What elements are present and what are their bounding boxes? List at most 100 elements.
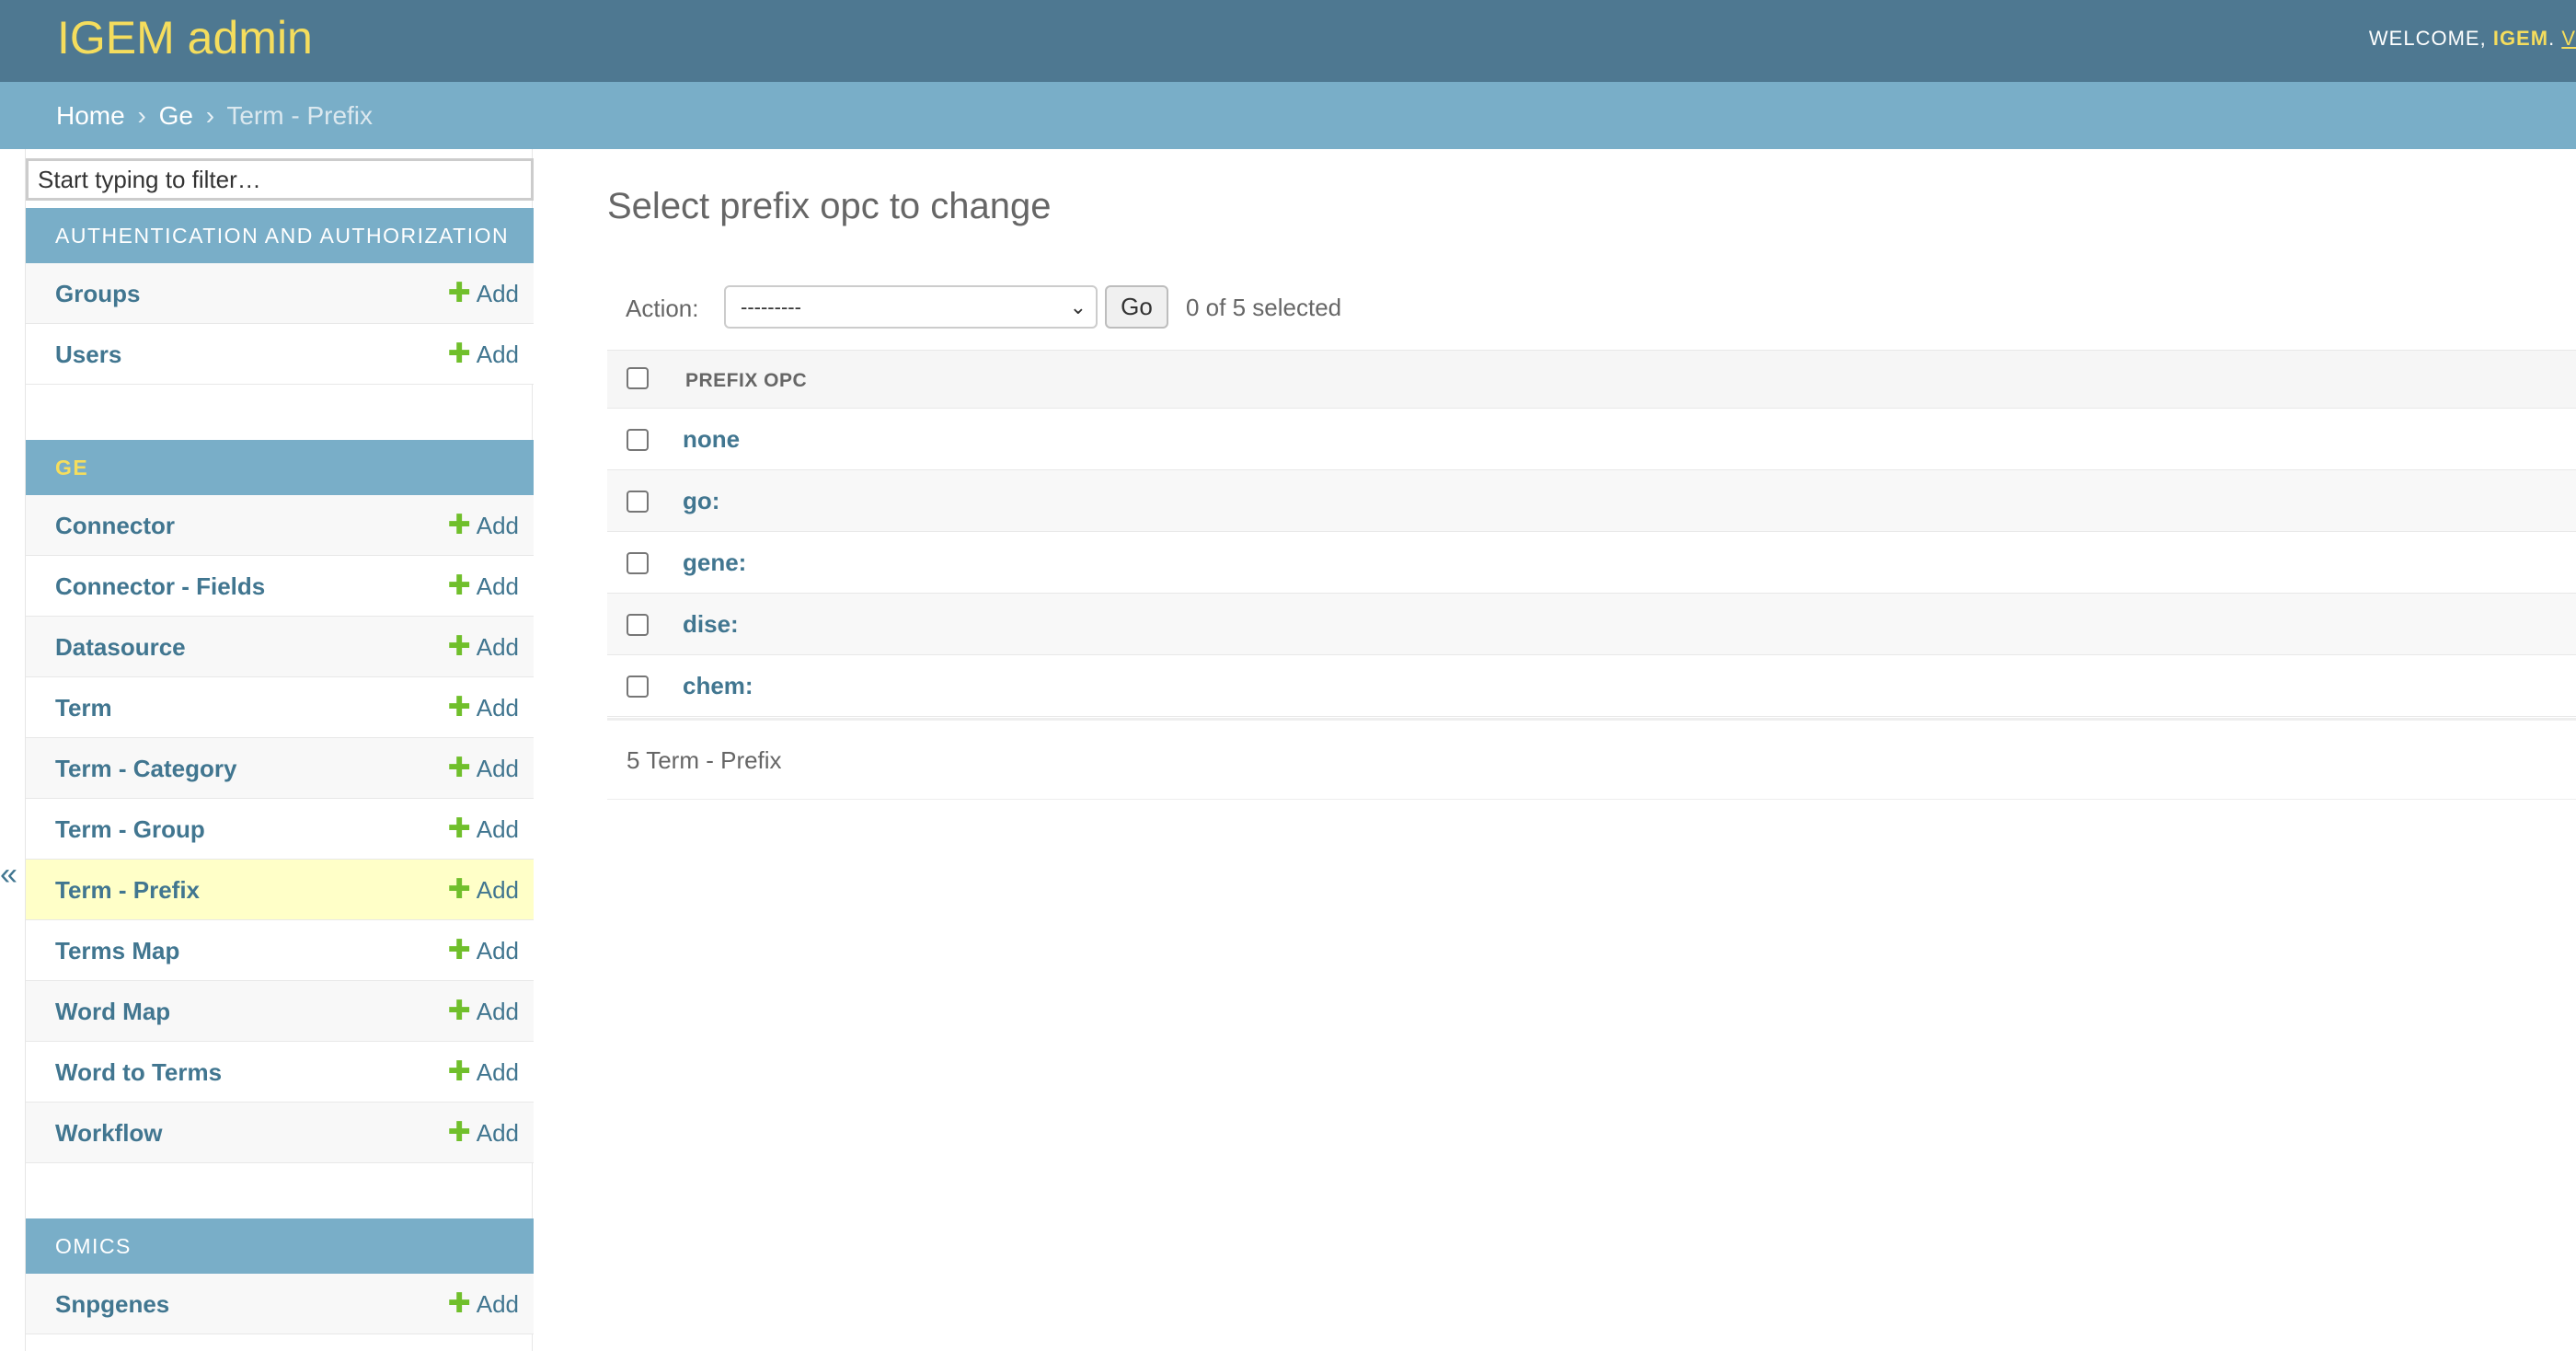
breadcrumb-app-link[interactable]: Ge <box>159 101 193 130</box>
result-list-table: PREFIX OPC none go: gene: dise: chem: <box>607 350 2576 717</box>
model-link[interactable]: Snpgenes <box>55 1290 169 1318</box>
add-word-to-terms-button[interactable]: ✚ Add <box>448 1058 519 1087</box>
model-link[interactable]: Groups <box>55 280 140 307</box>
sidebar-item-term-group: Term - Group ✚ Add <box>26 799 534 860</box>
add-term-button[interactable]: ✚ Add <box>448 694 519 722</box>
add-groups-button[interactable]: ✚ Add <box>447 278 519 308</box>
action-select[interactable]: --------- ⌄ <box>724 285 1098 329</box>
module-ge: GE Connector ✚ Add Connector - Fields ✚ Ad… <box>26 440 534 1163</box>
add-label: Add <box>476 755 519 782</box>
plus-icon: ✚ <box>447 510 471 540</box>
model-list: Connector ✚ Add Connector - Fields ✚ Add D… <box>26 495 534 1163</box>
add-word-map-button[interactable]: ✚ Add <box>447 996 519 1026</box>
add-connector-fields-button[interactable]: ✚ Add <box>448 572 519 601</box>
breadcrumb-home-link[interactable]: Home <box>56 101 125 130</box>
sidebar-item-word-map: Word Map ✚ Add <box>26 981 534 1042</box>
row-link[interactable]: gene: <box>683 548 746 576</box>
breadcrumb-separator: › <box>137 101 146 130</box>
sidebar-item-terms-map: Terms Map ✚ Add <box>26 920 534 981</box>
row-link[interactable]: go: <box>683 487 719 514</box>
selection-counter: 0 of 5 selected <box>1186 294 1342 321</box>
model-link[interactable]: Word Map <box>55 998 170 1025</box>
model-link[interactable]: Term - Category <box>55 755 236 782</box>
model-link[interactable]: Term <box>55 694 112 722</box>
add-workflow-button[interactable]: ✚ Add <box>447 1117 519 1148</box>
add-label: Add <box>476 1119 519 1147</box>
column-header-prefix-opc[interactable]: PREFIX OPC <box>685 369 807 393</box>
table-row: dise: <box>607 594 2576 655</box>
plus-icon: ✚ <box>447 1288 471 1319</box>
row-checkbox[interactable] <box>627 552 649 574</box>
add-label: Add <box>476 694 519 722</box>
model-link[interactable]: Terms Map <box>55 937 179 964</box>
nav-sidebar: AUTHENTICATION AND AUTHORIZATION Groups … <box>25 149 534 1351</box>
view-site-link[interactable]: V <box>2561 27 2576 50</box>
table-row: gene: <box>607 532 2576 594</box>
add-label: Add <box>476 280 519 307</box>
table-header: PREFIX OPC <box>607 350 2576 409</box>
add-label: Add <box>476 815 519 843</box>
add-snpgenes-button[interactable]: ✚ Add <box>447 1288 519 1319</box>
row-link[interactable]: dise: <box>683 610 739 638</box>
add-term-category-button[interactable]: ✚ Add <box>448 755 519 783</box>
model-list: Groups ✚ Add Users ✚ Add <box>26 263 534 385</box>
go-button[interactable]: Go <box>1105 285 1168 329</box>
chevron-down-icon: ⌄ <box>1069 295 1087 318</box>
add-label: Add <box>476 341 519 368</box>
add-term-prefix-button[interactable]: ✚ Add <box>447 874 519 905</box>
plus-icon: ✚ <box>447 874 471 905</box>
row-checkbox[interactable] <box>627 429 649 451</box>
model-list: Snpgenes ✚ Add <box>26 1274 534 1334</box>
sidebar-item-datasource: Datasource ✚ Add <box>26 617 534 677</box>
model-link[interactable]: Workflow <box>55 1119 163 1147</box>
breadcrumb: Home › Ge › Term - Prefix <box>0 82 2576 149</box>
table-row: go: <box>607 470 2576 532</box>
add-term-group-button[interactable]: ✚ Add <box>447 814 519 844</box>
row-checkbox[interactable] <box>627 491 649 513</box>
site-branding[interactable]: IGEM admin <box>57 7 313 68</box>
model-link[interactable]: Term - Prefix <box>55 876 200 904</box>
actions-bar: Action: --------- ⌄ Go 0 of 5 selected <box>607 276 2576 350</box>
plus-icon: ✚ <box>447 935 471 965</box>
add-label: Add <box>476 876 519 904</box>
module-auth: AUTHENTICATION AND AUTHORIZATION Groups … <box>26 208 534 385</box>
row-link[interactable]: chem: <box>683 672 753 699</box>
module-caption-omics[interactable]: OMICS <box>26 1218 534 1274</box>
result-count: 5 Term - Prefix <box>627 746 782 774</box>
model-link[interactable]: Term - Group <box>55 815 205 843</box>
add-connector-button[interactable]: ✚ Add <box>447 510 519 540</box>
plus-icon: ✚ <box>447 692 471 722</box>
paginator: 5 Term - Prefix <box>607 718 2576 800</box>
table-row: none <box>607 409 2576 470</box>
welcome-label: WELCOME, <box>2368 27 2487 50</box>
page-title: Select prefix opc to change <box>607 186 1052 226</box>
action-selected-value: --------- <box>741 295 801 318</box>
add-label: Add <box>476 1290 519 1318</box>
plus-icon: ✚ <box>447 996 471 1026</box>
add-terms-map-button[interactable]: ✚ Add <box>447 935 519 965</box>
add-datasource-button[interactable]: ✚ Add <box>447 631 519 662</box>
plus-icon: ✚ <box>447 631 471 662</box>
plus-icon: ✚ <box>447 1117 471 1148</box>
module-caption-ge[interactable]: GE <box>26 440 534 495</box>
row-checkbox[interactable] <box>627 676 649 698</box>
sidebar-item-groups: Groups ✚ Add <box>26 263 534 324</box>
model-link[interactable]: Connector <box>55 512 175 539</box>
row-checkbox[interactable] <box>627 614 649 636</box>
collapse-sidebar-icon[interactable]: « <box>0 856 17 893</box>
model-link[interactable]: Datasource <box>55 633 186 661</box>
model-link[interactable]: Word to Terms <box>55 1058 222 1086</box>
plus-icon: ✚ <box>447 278 471 308</box>
module-omics: OMICS Snpgenes ✚ Add <box>26 1218 534 1334</box>
row-link[interactable]: none <box>683 425 740 453</box>
table-row: chem: <box>607 655 2576 717</box>
module-caption-auth[interactable]: AUTHENTICATION AND AUTHORIZATION <box>26 208 534 263</box>
model-link[interactable]: Users <box>55 341 121 368</box>
breadcrumb-current: Term - Prefix <box>226 101 374 130</box>
nav-filter-input[interactable] <box>26 158 534 201</box>
select-all-checkbox[interactable] <box>627 367 649 389</box>
add-label: Add <box>476 572 519 600</box>
plus-icon: ✚ <box>447 814 471 844</box>
add-users-button[interactable]: ✚ Add <box>448 341 519 369</box>
model-link[interactable]: Connector - Fields <box>55 572 265 600</box>
